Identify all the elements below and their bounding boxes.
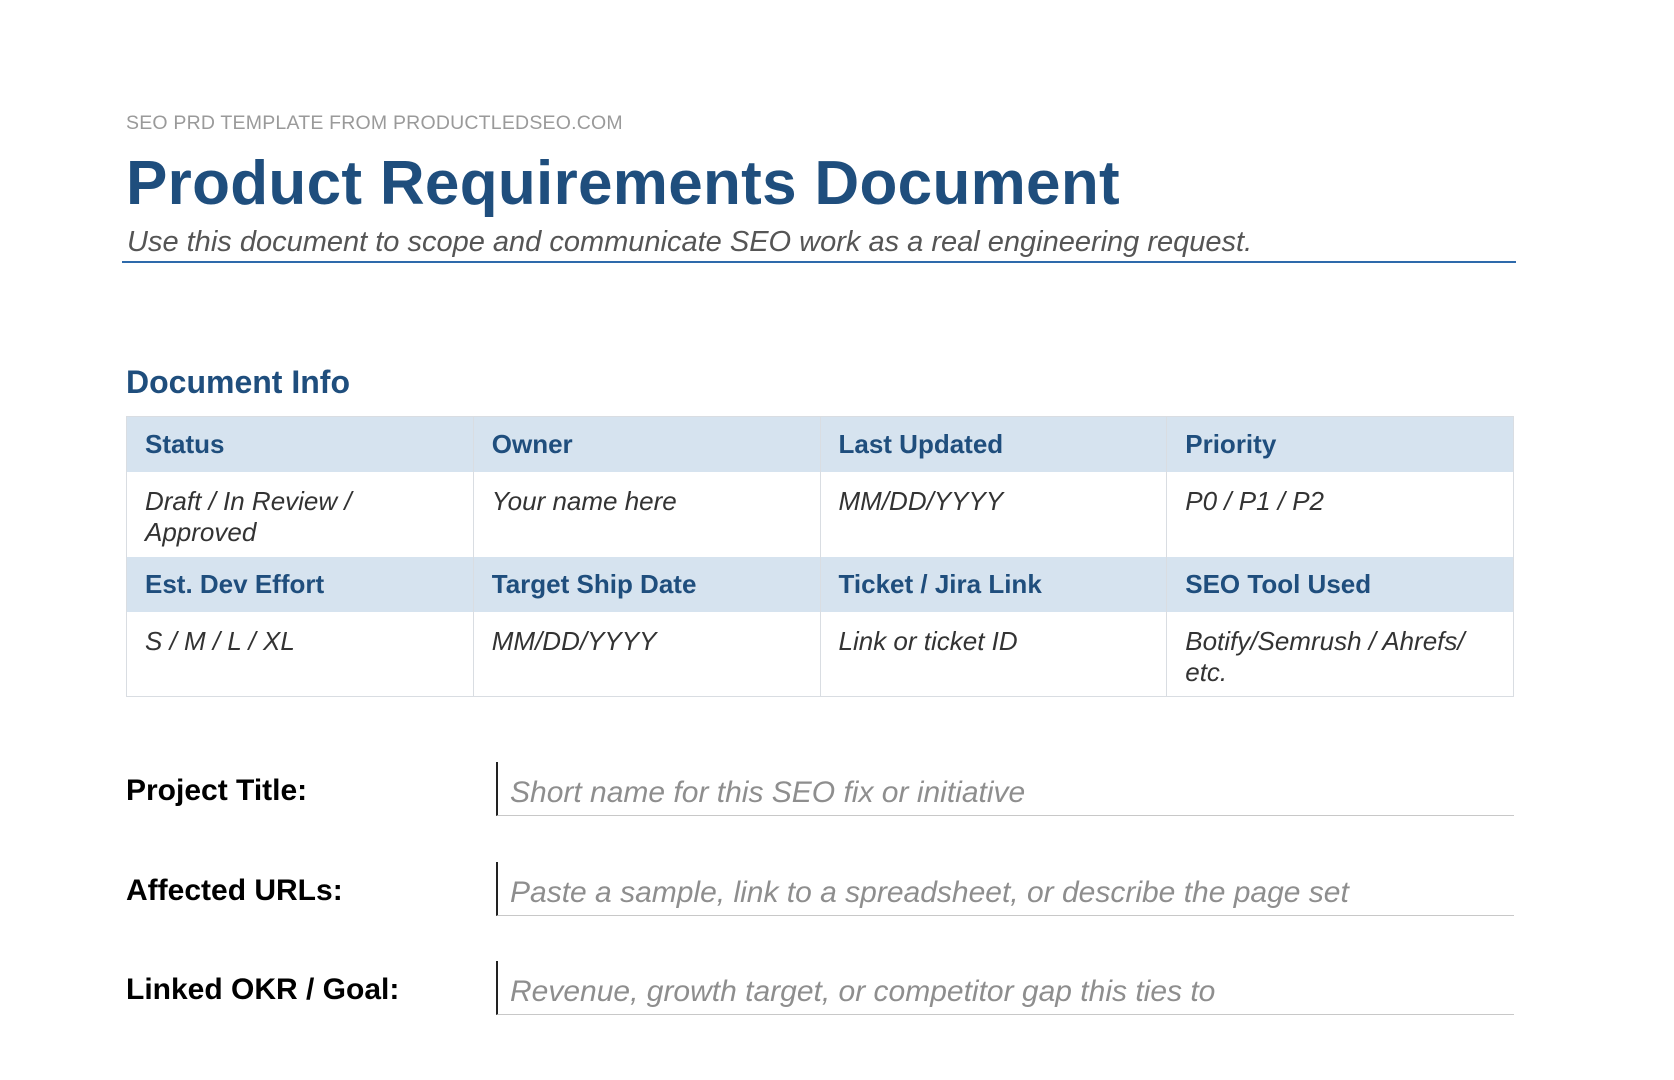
template-source-label: SEO PRD TEMPLATE FROM PRODUCTLEDSEO.COM: [126, 112, 623, 134]
document-info-table: Status Owner Last Updated Priority Draft…: [126, 416, 1514, 697]
value-cell-target-ship-date[interactable]: MM/DD/YYYY: [473, 611, 821, 697]
table-row: Draft / In Review / Approved Your name h…: [126, 471, 1514, 557]
header-cell-ticket-link[interactable]: Ticket / Jira Link: [820, 556, 1168, 612]
linked-okr-label: Linked OKR / Goal:: [126, 973, 400, 1006]
value-cell-ticket-link[interactable]: Link or ticket ID: [820, 611, 1168, 697]
value-cell-seo-tool[interactable]: Botify/Semrush / Ahrefs/ etc.: [1166, 611, 1514, 697]
title-divider: [122, 261, 1516, 263]
field-row-project-title: Project Title:: [126, 762, 1514, 816]
value-cell-dev-effort[interactable]: S / M / L / XL: [126, 611, 474, 697]
project-title-input[interactable]: [496, 762, 1514, 816]
header-cell-last-updated[interactable]: Last Updated: [820, 416, 1168, 472]
project-title-label: Project Title:: [126, 774, 308, 807]
page-subtitle[interactable]: Use this document to scope and communica…: [127, 226, 1252, 259]
value-cell-last-updated[interactable]: MM/DD/YYYY: [820, 471, 1168, 557]
value-cell-owner[interactable]: Your name here: [473, 471, 821, 557]
affected-urls-label: Affected URLs:: [126, 874, 343, 907]
table-header-row: Est. Dev Effort Target Ship Date Ticket …: [126, 556, 1514, 612]
document-page: SEO PRD TEMPLATE FROM PRODUCTLEDSEO.COM …: [0, 0, 1674, 1080]
header-cell-target-ship-date[interactable]: Target Ship Date: [473, 556, 821, 612]
field-row-linked-okr: Linked OKR / Goal:: [126, 961, 1514, 1015]
header-cell-priority[interactable]: Priority: [1166, 416, 1514, 472]
table-header-row: Status Owner Last Updated Priority: [126, 416, 1514, 472]
linked-okr-input[interactable]: [496, 961, 1514, 1015]
header-cell-status[interactable]: Status: [126, 416, 474, 472]
affected-urls-input[interactable]: [496, 862, 1514, 916]
value-cell-priority[interactable]: P0 / P1 / P2: [1166, 471, 1514, 557]
section-heading-document-info[interactable]: Document Info: [126, 364, 350, 401]
value-cell-status[interactable]: Draft / In Review / Approved: [126, 471, 474, 557]
field-row-affected-urls: Affected URLs:: [126, 862, 1514, 916]
page-title[interactable]: Product Requirements Document: [126, 148, 1120, 219]
header-cell-owner[interactable]: Owner: [473, 416, 821, 472]
header-cell-dev-effort[interactable]: Est. Dev Effort: [126, 556, 474, 612]
header-cell-seo-tool[interactable]: SEO Tool Used: [1166, 556, 1514, 612]
table-row: S / M / L / XL MM/DD/YYYY Link or ticket…: [126, 611, 1514, 697]
